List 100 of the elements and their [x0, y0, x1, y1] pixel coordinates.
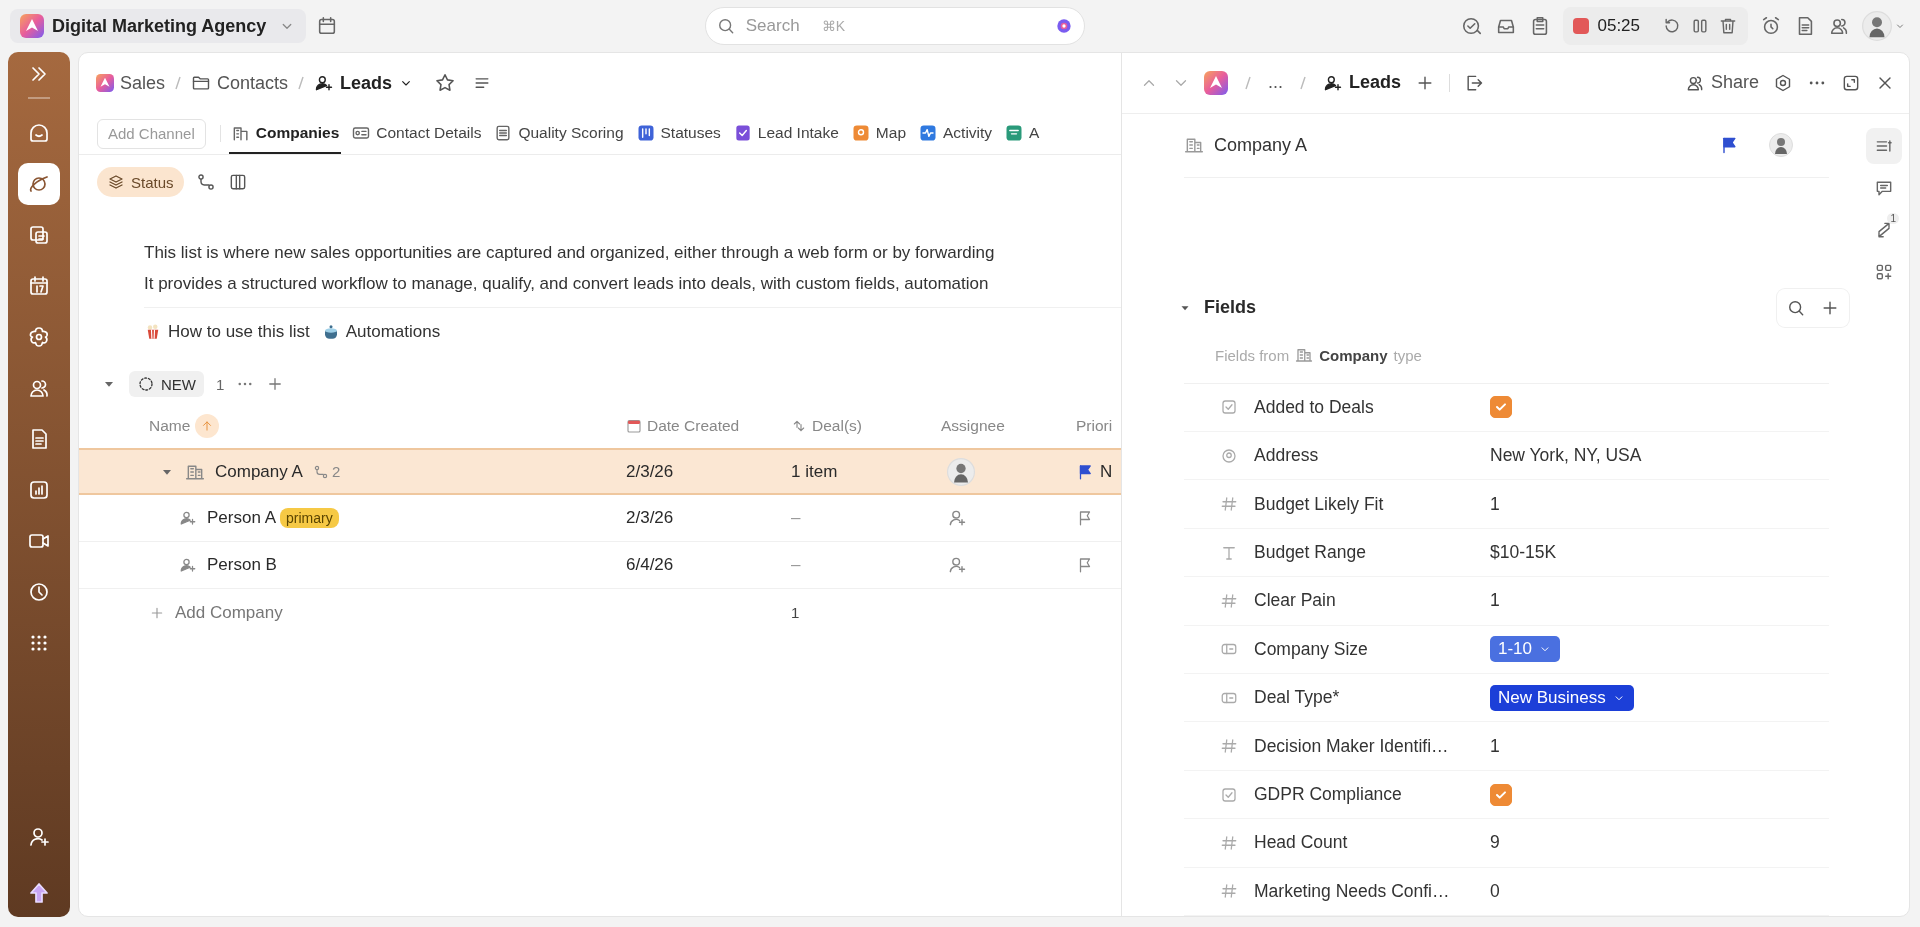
location-icon: [1220, 446, 1238, 465]
row-name[interactable]: Company A: [215, 461, 303, 482]
field-value[interactable]: 0: [1490, 880, 1500, 902]
avatar-icon: [947, 457, 975, 486]
column-header[interactable]: Assignee: [941, 417, 1005, 435]
field-label: GDPR Compliance: [1254, 784, 1402, 805]
breadcrumb-link[interactable]: Contacts: [191, 72, 289, 94]
layers-icon: [107, 173, 125, 191]
field-label: Company Size: [1254, 638, 1368, 660]
task-check-icon[interactable]: [1461, 15, 1484, 37]
hash-icon: [1220, 882, 1238, 901]
arrow-up-icon[interactable]: [27, 881, 51, 905]
hash-icon: [1220, 737, 1238, 756]
subtasks-icon[interactable]: [195, 172, 216, 192]
field-label: Address: [1254, 445, 1319, 467]
doc-link[interactable]: How to use this list: [144, 322, 310, 342]
source-text: type: [1393, 346, 1422, 364]
table-cell: –: [791, 508, 801, 527]
field-label: Budget Range: [1254, 542, 1366, 564]
person-icon: [179, 556, 197, 574]
section-title: Fields: [1204, 297, 1256, 319]
add-assignee-icon[interactable]: [947, 555, 967, 575]
doc-link[interactable]: Automations: [321, 322, 441, 342]
dropdown[interactable]: 1-10: [1490, 636, 1561, 663]
star-icon[interactable]: [434, 72, 457, 94]
calendar-icon: [626, 418, 642, 434]
search-field[interactable]: Search: [743, 15, 814, 37]
add-assignee-icon[interactable]: [947, 508, 967, 528]
rail-button[interactable]: 1: [1866, 211, 1902, 248]
panel-title[interactable]: Leads: [1323, 72, 1402, 94]
count-badge: 1: [1887, 212, 1899, 224]
view-tab[interactable]: Activity: [916, 113, 995, 154]
record-title[interactable]: Company A: [1214, 134, 1308, 156]
calendar-icon: [27, 274, 51, 298]
logo-icon: [20, 14, 44, 38]
table-cell: 1 item: [791, 461, 838, 481]
field-label: Head Count: [1254, 832, 1348, 854]
table-cell: –: [791, 555, 801, 574]
group-count: 1: [216, 375, 225, 393]
pause-icon[interactable]: [1690, 16, 1710, 36]
workspace-switcher[interactable]: Digital Marketing Agency: [10, 9, 306, 43]
field-value[interactable]: 1: [1490, 493, 1500, 515]
field-value[interactable]: New York, NY, USA: [1490, 445, 1642, 467]
row-name[interactable]: Person B: [207, 555, 277, 575]
view-tab[interactable]: Quality Scoring: [491, 113, 626, 154]
view-tab[interactable]: Lead Intake: [730, 113, 841, 154]
add-row-link[interactable]: Add Company: [175, 602, 283, 623]
timer-button[interactable]: 05:25: [1573, 16, 1640, 36]
status-filter[interactable]: Status: [97, 167, 184, 197]
checkbox[interactable]: [1490, 783, 1512, 806]
alarm-clock-icon[interactable]: [1760, 15, 1782, 37]
hash-icon: [1220, 495, 1238, 514]
field-label: Decision Maker Identifi…: [1254, 735, 1449, 757]
field-label: Clear Pain: [1254, 590, 1336, 612]
source-type[interactable]: Company: [1319, 346, 1388, 364]
row-name[interactable]: Person A: [207, 508, 276, 528]
inbox-icon: [27, 121, 51, 145]
subtasks-icon: [312, 463, 329, 480]
field-label: Budget Likely Fit: [1254, 493, 1384, 515]
checkbox[interactable]: [1490, 396, 1512, 419]
view-tab[interactable]: Statuses: [633, 113, 723, 154]
checkbox-icon: [1220, 398, 1238, 417]
table-cell: N: [1100, 461, 1113, 482]
description-text: It provides a structured workflow to manage, qualify, and convert leads into deals, with custom fields, automation: [144, 273, 990, 295]
dropdown[interactable]: New Business: [1490, 684, 1634, 711]
sidebar-button[interactable]: [18, 163, 60, 205]
slash-separator: [1244, 74, 1252, 91]
share-button[interactable]: Share: [1684, 72, 1759, 94]
primary-tag: primary: [280, 508, 339, 528]
column-header[interactable]: Name: [149, 417, 191, 435]
chart-icon: [27, 478, 51, 502]
calendar-icon[interactable]: [316, 15, 338, 37]
user-add-icon[interactable]: [27, 825, 51, 849]
view-tab[interactable]: Map: [848, 113, 908, 154]
column-header[interactable]: Priori: [1076, 417, 1113, 435]
view-tab[interactable]: A: [1002, 113, 1042, 154]
field-value[interactable]: 1: [1490, 735, 1500, 757]
logo-icon: [96, 74, 114, 92]
table-row[interactable]: Person B 6/4/26 –: [79, 542, 1121, 589]
breadcrumb-link[interactable]: ...: [1268, 72, 1283, 94]
view-tab[interactable]: Companies: [228, 113, 342, 154]
hash-icon: [1220, 833, 1238, 852]
field-value[interactable]: $10-15K: [1490, 542, 1557, 564]
field-label: Deal Type*: [1254, 687, 1340, 709]
settings-icon[interactable]: [1773, 72, 1793, 93]
table-row[interactable]: Person A primary 2/3/26 –: [79, 495, 1121, 542]
rail-button[interactable]: [1866, 127, 1902, 164]
breadcrumb-link[interactable]: Sales: [96, 72, 166, 94]
table-row[interactable]: Company A 2 2/3/26 1 item N: [79, 448, 1121, 495]
table-cell: 2/3/26: [626, 461, 674, 481]
view-tab[interactable]: Contact Details: [349, 113, 484, 154]
field-value[interactable]: 9: [1490, 832, 1500, 854]
column-header[interactable]: Deal(s): [791, 417, 862, 435]
trash-icon[interactable]: [1718, 16, 1738, 36]
status-badge: NEW: [129, 371, 204, 397]
person-icon: [179, 509, 197, 527]
breadcrumb-link[interactable]: Leads: [314, 72, 415, 94]
field-value[interactable]: 1: [1490, 590, 1500, 612]
relation-icon: [791, 418, 807, 434]
column-header[interactable]: Date Created: [626, 417, 740, 435]
